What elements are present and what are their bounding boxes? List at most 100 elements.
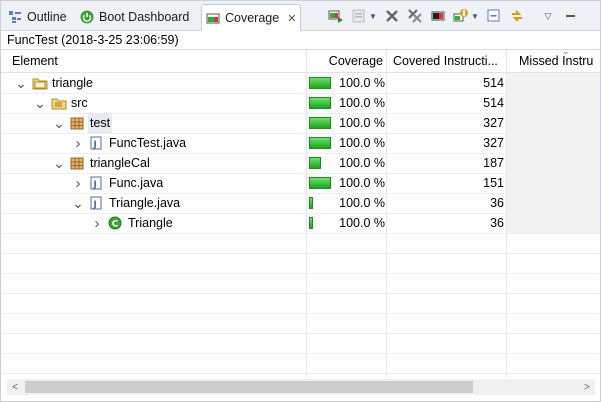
class-icon: C <box>108 216 122 230</box>
scroll-right-icon[interactable]: > <box>579 379 595 395</box>
chevron-down-icon[interactable]: ▼ <box>369 12 377 21</box>
view-toolbar: ▼ ▼ ▽ <box>327 6 585 26</box>
empty-row <box>1 293 600 314</box>
close-icon[interactable]: ✕ <box>287 12 296 25</box>
empty-row <box>1 333 600 354</box>
view-menu-icon[interactable]: ▽ <box>539 7 557 25</box>
remove-session-icon[interactable] <box>383 7 401 25</box>
collapse-all-icon[interactable] <box>485 7 503 25</box>
column-divider <box>506 50 507 377</box>
boot-dashboard-icon <box>80 10 94 24</box>
table-row[interactable]: ⌄ triangle 100.0 % 514 <box>1 73 600 94</box>
chevron-down-icon[interactable]: ⌄ <box>15 73 27 93</box>
covered-instructions: 187 <box>483 156 504 170</box>
missed-instructions-cell <box>507 93 600 113</box>
coverage-percent: 100.0 % <box>339 216 385 230</box>
tab-bar: Outline Boot Dashboard Coverage ✕ ▼ ▼ ▽ <box>1 1 600 31</box>
table-header: Element Coverage Covered Instructi... Mi… <box>1 50 600 73</box>
minimize-icon[interactable] <box>562 7 580 25</box>
coverage-percent: 100.0 % <box>339 76 385 90</box>
coverage-table: Element Coverage Covered Instructi... Mi… <box>1 50 600 377</box>
empty-row <box>1 353 600 374</box>
source-folder-icon <box>51 96 67 110</box>
scroll-left-icon[interactable]: < <box>7 379 23 395</box>
table-row[interactable]: ⌄ src 100.0 % 514 <box>1 93 600 114</box>
missed-instructions-cell <box>507 213 600 233</box>
empty-row <box>1 313 600 334</box>
chevron-down-icon[interactable]: ⌄ <box>72 193 84 213</box>
coverage-percent: 100.0 % <box>339 136 385 150</box>
coverage-bar <box>309 117 331 129</box>
table-row[interactable]: › C Triangle 100.0 % 36 <box>1 213 600 234</box>
table-row[interactable]: ⌄ J Triangle.java 100.0 % 36 <box>1 193 600 214</box>
element-name: test <box>88 113 113 133</box>
merge-sessions-icon[interactable] <box>429 7 447 25</box>
coverage-percent: 100.0 % <box>339 96 385 110</box>
column-header-covered-instructions[interactable]: Covered Instructi... <box>393 50 505 72</box>
select-session-icon[interactable] <box>452 7 470 25</box>
sort-indicator-icon: ⌄ <box>562 50 570 56</box>
element-name: src <box>71 96 88 110</box>
missed-instructions-cell <box>507 73 600 93</box>
package-icon <box>70 156 84 170</box>
column-divider <box>306 50 307 377</box>
element-name: Triangle.java <box>109 196 181 210</box>
project-folder-icon <box>32 76 48 90</box>
coverage-percent: 100.0 % <box>339 156 385 170</box>
covered-instructions: 36 <box>490 216 504 230</box>
element-name: triangleCal <box>90 156 150 170</box>
column-header-missed-instructions[interactable]: Missed Instru <box>519 50 600 72</box>
chevron-right-icon[interactable]: › <box>72 173 84 193</box>
remove-all-sessions-icon[interactable] <box>406 7 424 25</box>
tab-boot-dashboard-label: Boot Dashboard <box>99 9 190 24</box>
chevron-down-icon[interactable]: ⌄ <box>53 113 65 133</box>
element-name: triangle <box>52 76 93 90</box>
covered-instructions: 36 <box>490 196 504 210</box>
chevron-right-icon[interactable]: › <box>72 133 84 153</box>
chevron-right-icon[interactable]: › <box>91 213 103 233</box>
svg-text:C: C <box>112 220 119 230</box>
session-title: FuncTest (2018-3-25 23:06:59) <box>7 33 179 47</box>
java-file-icon: J <box>89 176 103 190</box>
coverage-bar <box>309 217 313 229</box>
link-with-editor-icon[interactable] <box>508 7 526 25</box>
coverage-bar <box>309 157 321 169</box>
horizontal-scrollbar[interactable]: < > <box>7 379 595 395</box>
tab-coverage[interactable]: Coverage ✕ <box>201 4 302 31</box>
table-row[interactable]: › J Func.java 100.0 % 151 <box>1 173 600 194</box>
covered-instructions: 327 <box>483 116 504 130</box>
table-row[interactable]: › J FuncTest.java 100.0 % 327 <box>1 133 600 154</box>
missed-instructions-cell <box>507 133 600 153</box>
coverage-bar <box>309 77 331 89</box>
column-divider <box>386 50 387 377</box>
import-session-icon[interactable] <box>350 7 368 25</box>
empty-row <box>1 253 600 274</box>
scrollbar-thumb[interactable] <box>25 381 473 393</box>
java-file-icon: J <box>89 136 103 150</box>
chevron-down-icon[interactable]: ⌄ <box>34 93 46 113</box>
element-name: Func.java <box>109 176 164 190</box>
coverage-bar <box>309 137 331 149</box>
element-name: FuncTest.java <box>109 136 187 150</box>
column-header-coverage[interactable]: Coverage <box>309 50 383 72</box>
table-row[interactable]: ⌄ triangleCal 100.0 % 187 <box>1 153 600 174</box>
coverage-percent: 100.0 % <box>339 176 385 190</box>
chevron-down-icon[interactable]: ⌄ <box>53 153 65 173</box>
coverage-view: Outline Boot Dashboard Coverage ✕ ▼ ▼ ▽ … <box>0 0 601 402</box>
svg-text:J: J <box>93 140 97 150</box>
tab-outline[interactable]: Outline <box>8 4 67 29</box>
empty-row <box>1 233 600 254</box>
tab-boot-dashboard[interactable]: Boot Dashboard <box>80 4 189 29</box>
relaunch-coverage-icon[interactable] <box>327 7 345 25</box>
missed-instructions-cell <box>507 113 600 133</box>
coverage-icon <box>206 11 220 25</box>
outline-icon <box>8 10 22 24</box>
coverage-percent: 100.0 % <box>339 196 385 210</box>
table-row[interactable]: ⌄ test 100.0 % 327 <box>1 113 600 134</box>
svg-text:J: J <box>93 180 97 190</box>
covered-instructions: 151 <box>483 176 504 190</box>
package-icon <box>70 116 84 130</box>
chevron-down-icon[interactable]: ▼ <box>471 12 479 21</box>
column-header-element[interactable]: Element <box>12 50 302 72</box>
tab-outline-label: Outline <box>27 9 67 24</box>
